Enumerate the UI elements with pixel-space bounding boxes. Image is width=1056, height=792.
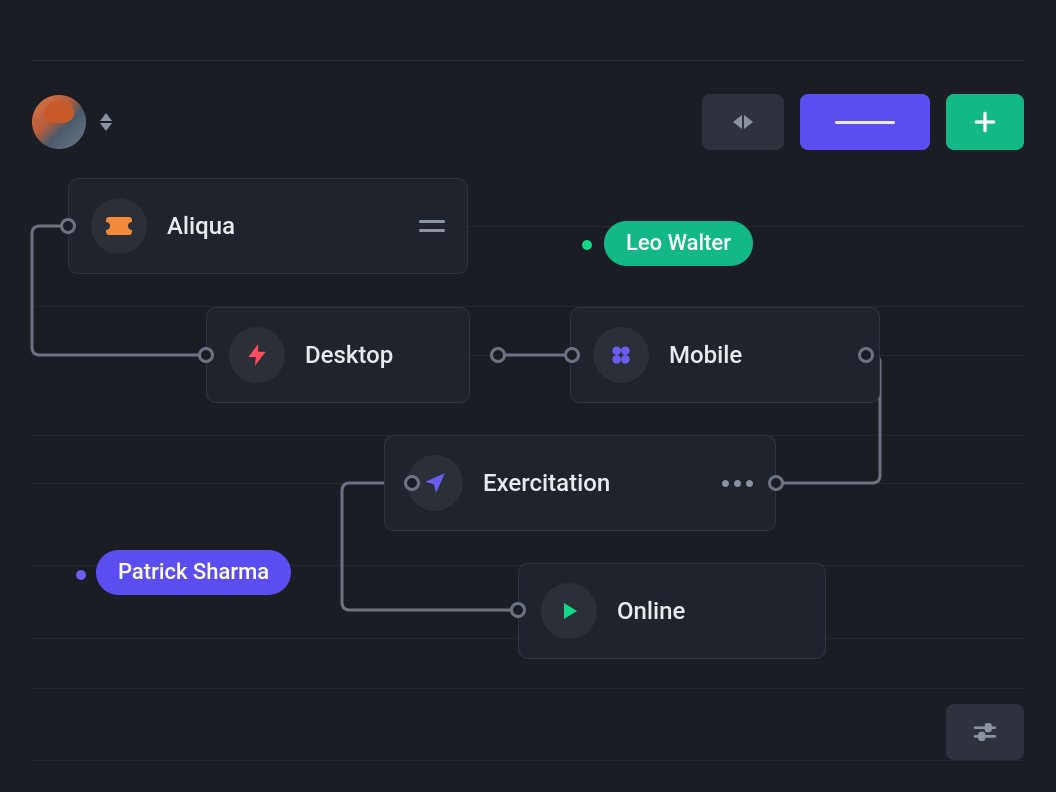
line-button[interactable]: [800, 94, 930, 150]
cursor-name: Leo Walter: [626, 231, 731, 256]
node-label: Desktop: [305, 341, 393, 369]
node-online[interactable]: Online: [518, 563, 826, 659]
more-icon[interactable]: [722, 480, 753, 487]
node-desktop[interactable]: Desktop: [206, 307, 470, 403]
port[interactable]: [490, 347, 506, 363]
node-exercitation[interactable]: Exercitation: [384, 435, 776, 531]
header-bar: [32, 94, 1024, 150]
ticket-icon: [91, 198, 147, 254]
bolt-icon: [229, 327, 285, 383]
port[interactable]: [510, 602, 526, 618]
chevron-down-icon: [100, 123, 112, 131]
top-divider: [32, 60, 1024, 61]
port[interactable]: [768, 475, 784, 491]
plus-icon: [972, 109, 998, 135]
guide-line: [32, 306, 1024, 307]
grid-dots-icon: [593, 327, 649, 383]
sort-toggle[interactable]: [100, 113, 112, 131]
cursor-name: Patrick Sharma: [118, 560, 269, 585]
arrows-left-right-icon: [733, 115, 753, 129]
port[interactable]: [198, 347, 214, 363]
node-label: Mobile: [669, 341, 742, 369]
node-label: Online: [617, 597, 685, 625]
cursor-label-leo: Leo Walter: [604, 221, 753, 266]
line-icon: [835, 121, 895, 124]
port[interactable]: [404, 475, 420, 491]
cursor-dot-leo: [582, 240, 592, 250]
sliders-icon: [972, 719, 998, 745]
avatar[interactable]: [32, 95, 86, 149]
guide-line: [32, 760, 1024, 761]
port[interactable]: [858, 347, 874, 363]
node-label: Aliqua: [167, 212, 235, 240]
settings-button[interactable]: [946, 704, 1024, 760]
hamburger-icon[interactable]: [419, 220, 445, 232]
chevron-up-icon: [100, 113, 112, 121]
port[interactable]: [60, 218, 76, 234]
cursor-label-patrick: Patrick Sharma: [96, 550, 291, 595]
node-aliqua[interactable]: Aliqua: [68, 178, 468, 274]
port[interactable]: [564, 347, 580, 363]
guide-line: [32, 688, 1024, 689]
node-label: Exercitation: [483, 469, 610, 497]
code-button[interactable]: [702, 94, 784, 150]
cursor-dot-patrick: [76, 570, 86, 580]
add-button[interactable]: [946, 94, 1024, 150]
play-icon: [541, 583, 597, 639]
node-mobile[interactable]: Mobile: [570, 307, 880, 403]
